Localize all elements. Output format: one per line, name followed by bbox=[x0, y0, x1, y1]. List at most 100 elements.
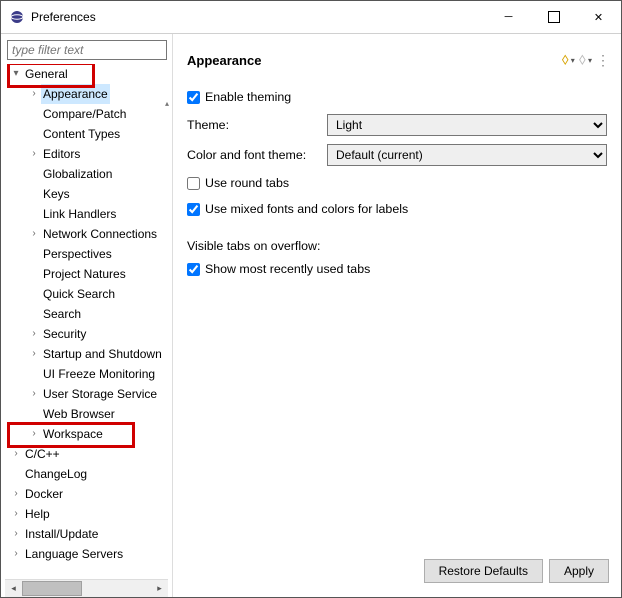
tree-item-label: Project Natures bbox=[41, 264, 128, 284]
tree-item[interactable]: ›Network Connections bbox=[5, 224, 172, 244]
tree-item[interactable]: ›Install/Update bbox=[5, 524, 172, 544]
hscroll-thumb[interactable] bbox=[22, 581, 82, 596]
tree-item-label: Quick Search bbox=[41, 284, 117, 304]
view-menu-button[interactable]: ⋮ bbox=[596, 52, 611, 69]
tree-hscroll[interactable]: ◂ ▸ bbox=[5, 579, 168, 597]
page-title: Appearance bbox=[187, 53, 562, 68]
tree-item-label: User Storage Service bbox=[41, 384, 159, 404]
tree-item[interactable]: ›Editors bbox=[5, 144, 172, 164]
theme-row: Theme: Light bbox=[187, 114, 607, 136]
tree-item[interactable]: ›User Storage Service bbox=[5, 384, 172, 404]
tree-item-label: Install/Update bbox=[23, 524, 100, 544]
chevron-down-icon: ▾ bbox=[588, 56, 592, 65]
collapsed-icon[interactable]: › bbox=[27, 224, 41, 244]
tree-item-label: Appearance bbox=[41, 84, 110, 104]
collapsed-icon[interactable]: › bbox=[27, 384, 41, 404]
tree-item[interactable]: ›Security bbox=[5, 324, 172, 344]
tree-item-label: Workspace bbox=[41, 424, 105, 444]
tree-item-label: General bbox=[23, 64, 70, 84]
collapsed-icon[interactable]: › bbox=[27, 424, 41, 444]
tree-item[interactable]: Project Natures bbox=[5, 264, 172, 284]
collapsed-icon[interactable]: › bbox=[9, 444, 23, 464]
collapsed-icon[interactable]: › bbox=[27, 324, 41, 344]
hscroll-left-icon[interactable]: ◂ bbox=[5, 580, 22, 597]
restore-defaults-button[interactable]: Restore Defaults bbox=[424, 559, 543, 583]
tree-item[interactable]: ›Help bbox=[5, 504, 172, 524]
apply-button[interactable]: Apply bbox=[549, 559, 609, 583]
preferences-tree[interactable]: ▴ ▾General›AppearanceCompare/PatchConten… bbox=[5, 64, 172, 579]
show-mru-checkbox[interactable]: Show most recently used tabs bbox=[187, 259, 607, 279]
color-font-row: Color and font theme: Default (current) bbox=[187, 144, 607, 166]
tree-item[interactable]: ›Language Servers bbox=[5, 544, 172, 564]
collapsed-icon[interactable]: › bbox=[27, 84, 41, 104]
tree-item[interactable]: Compare/Patch bbox=[5, 104, 172, 124]
close-button[interactable]: ✕ bbox=[576, 2, 621, 32]
tree-item[interactable]: Perspectives bbox=[5, 244, 172, 264]
tree-item-label: Compare/Patch bbox=[41, 104, 128, 124]
scroll-up-icon[interactable]: ▴ bbox=[165, 94, 169, 114]
tree-item[interactable]: ›Startup and Shutdown bbox=[5, 344, 172, 364]
checkbox-label: Use mixed fonts and colors for labels bbox=[205, 199, 408, 219]
tree-item[interactable]: ›Docker bbox=[5, 484, 172, 504]
tree-item-label: Globalization bbox=[41, 164, 114, 184]
checkbox-input[interactable] bbox=[187, 177, 200, 190]
hscroll-right-icon[interactable]: ▸ bbox=[151, 580, 168, 597]
checkbox-input[interactable] bbox=[187, 263, 200, 276]
nav-toolbar: ⬨▾ ⬨▾ ⋮ bbox=[562, 51, 611, 69]
tree-item-label: Help bbox=[23, 504, 52, 524]
chevron-down-icon: ▾ bbox=[571, 56, 575, 65]
tree-item[interactable]: Content Types bbox=[5, 124, 172, 144]
tree-item-label: Network Connections bbox=[41, 224, 159, 244]
window-title: Preferences bbox=[31, 10, 486, 24]
tree-item[interactable]: UI Freeze Monitoring bbox=[5, 364, 172, 384]
tree-item-label: Search bbox=[41, 304, 83, 324]
tree-item-label: Content Types bbox=[41, 124, 122, 144]
tree-item-label: UI Freeze Monitoring bbox=[41, 364, 157, 384]
theme-label: Theme: bbox=[187, 115, 327, 135]
filter-container bbox=[7, 40, 168, 60]
collapsed-icon[interactable]: › bbox=[9, 484, 23, 504]
mixed-fonts-checkbox[interactable]: Use mixed fonts and colors for labels bbox=[187, 199, 607, 219]
tree-item-label: Editors bbox=[41, 144, 82, 164]
tree-item[interactable]: ▾General bbox=[5, 64, 172, 84]
theme-select[interactable]: Light bbox=[327, 114, 607, 136]
color-font-select[interactable]: Default (current) bbox=[327, 144, 607, 166]
filter-input[interactable] bbox=[7, 40, 167, 60]
tree-item[interactable]: Globalization bbox=[5, 164, 172, 184]
collapsed-icon[interactable]: › bbox=[27, 144, 41, 164]
color-font-label: Color and font theme: bbox=[187, 145, 327, 165]
tree-item[interactable]: Web Browser bbox=[5, 404, 172, 424]
checkbox-label: Use round tabs bbox=[205, 173, 289, 193]
round-tabs-checkbox[interactable]: Use round tabs bbox=[187, 173, 607, 193]
expanded-icon[interactable]: ▾ bbox=[9, 64, 23, 84]
tree-vscroll[interactable]: ▴ bbox=[164, 94, 170, 579]
tree-item-label: Link Handlers bbox=[41, 204, 118, 224]
app-icon bbox=[9, 9, 25, 25]
minimize-button[interactable]: ─ bbox=[486, 2, 531, 32]
nav-forward-button[interactable]: ⬨▾ bbox=[579, 51, 592, 69]
tree-item-label: ChangeLog bbox=[23, 464, 89, 484]
tree-item[interactable]: ›Appearance bbox=[5, 84, 172, 104]
tree-item[interactable]: Search bbox=[5, 304, 172, 324]
tree-item[interactable]: ChangeLog bbox=[5, 464, 172, 484]
tree-item[interactable]: ›C/C++ bbox=[5, 444, 172, 464]
tree-item[interactable]: Link Handlers bbox=[5, 204, 172, 224]
collapsed-icon[interactable]: › bbox=[9, 524, 23, 544]
page-header: Appearance ⬨▾ ⬨▾ ⋮ bbox=[173, 34, 621, 80]
checkbox-input[interactable] bbox=[187, 203, 200, 216]
enable-theming-checkbox[interactable]: Enable theming bbox=[187, 87, 607, 107]
nav-back-button[interactable]: ⬨▾ bbox=[562, 51, 575, 69]
tree-item[interactable]: Quick Search bbox=[5, 284, 172, 304]
maximize-button[interactable] bbox=[531, 2, 576, 32]
checkbox-input[interactable] bbox=[187, 91, 200, 104]
tree-item-label: Docker bbox=[23, 484, 65, 504]
right-panel: Appearance ⬨▾ ⬨▾ ⋮ Enable theming Theme:… bbox=[173, 34, 621, 597]
tree-item[interactable]: Keys bbox=[5, 184, 172, 204]
tree-item[interactable]: ›Workspace bbox=[5, 424, 172, 444]
page-content: Enable theming Theme: Light Color and fo… bbox=[173, 80, 621, 549]
tree-item-label: Language Servers bbox=[23, 544, 125, 564]
checkbox-label: Enable theming bbox=[205, 87, 291, 107]
collapsed-icon[interactable]: › bbox=[9, 544, 23, 564]
collapsed-icon[interactable]: › bbox=[27, 344, 41, 364]
collapsed-icon[interactable]: › bbox=[9, 504, 23, 524]
